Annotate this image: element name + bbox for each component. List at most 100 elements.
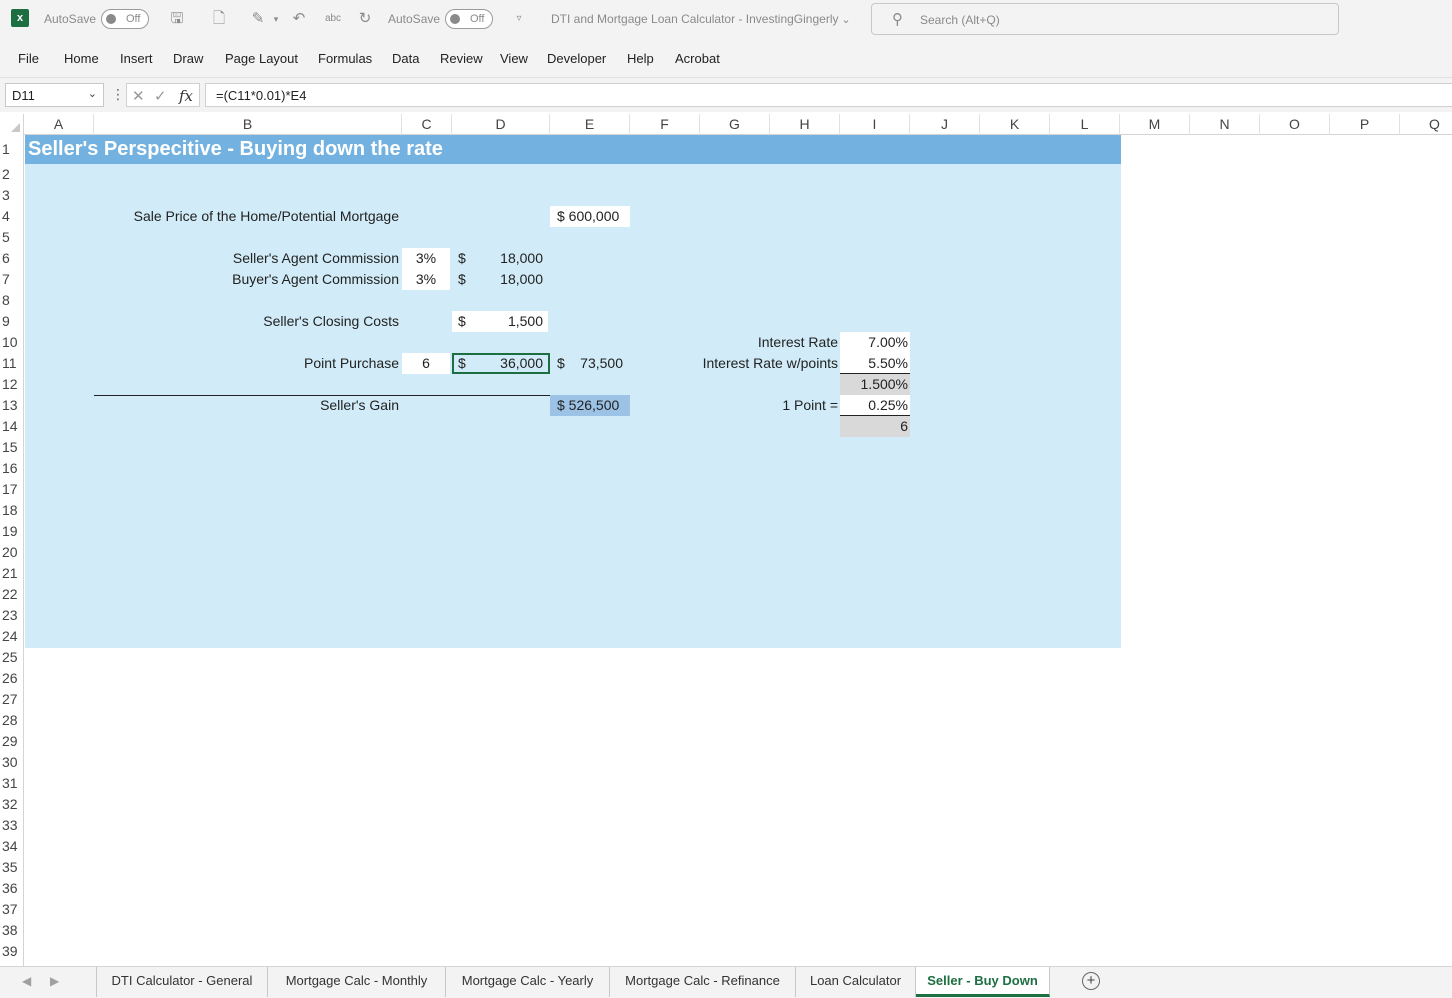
col-header-b[interactable]: B [94,114,402,135]
row-header[interactable]: 32 [0,794,24,815]
add-sheet-icon[interactable]: + [1082,972,1100,990]
menu-developer[interactable]: Developer [547,51,606,66]
row-header[interactable]: 11 [0,353,24,374]
row-header[interactable]: 7 [0,269,24,290]
row-header[interactable]: 17 [0,479,24,500]
menu-help[interactable]: Help [627,51,654,66]
row-header[interactable]: 23 [0,605,24,626]
row-header[interactable]: 9 [0,311,24,332]
name-box[interactable]: D11 ⌄ [5,83,104,107]
scroll-right-icon[interactable]: ▶ [50,974,59,988]
row-header[interactable]: 2 [0,164,24,185]
row-header[interactable]: 24 [0,626,24,647]
select-all-corner[interactable] [0,114,24,135]
tab-seller-buy-down[interactable]: Seller - Buy Down [916,967,1050,997]
menu-insert[interactable]: Insert [120,51,153,66]
tab-mortgage-calc-monthly[interactable]: Mortgage Calc - Monthly [268,967,446,997]
menu-file[interactable]: File [18,51,39,66]
row-header[interactable]: 1 [0,139,24,160]
highlight-icon[interactable]: ✎ [248,9,268,29]
redo-icon[interactable]: ↻ [355,9,375,29]
row-header[interactable]: 4 [0,206,24,227]
row-header[interactable]: 37 [0,899,24,920]
col-header-h[interactable]: H [770,114,840,135]
point-purchase-amount[interactable]: 36,000 [475,353,543,374]
col-header-g[interactable]: G [700,114,770,135]
row-header[interactable]: 3 [0,185,24,206]
sale-price-cell[interactable]: $ 600,000 [550,206,630,227]
sheet-area[interactable]: Seller's Perspecitive - Buying down the … [25,135,1452,966]
more-options-icon[interactable]: ⋮ [111,86,125,103]
closing-costs-amount[interactable]: 1,500 [475,311,543,332]
points-needed-cell[interactable]: 6 [840,416,910,437]
menu-formulas[interactable]: Formulas [318,51,372,66]
row-header[interactable]: 31 [0,773,24,794]
col-header-l[interactable]: L [1050,114,1120,135]
col-header-k[interactable]: K [980,114,1050,135]
col-header-e[interactable]: E [550,114,630,135]
chevron-down-icon[interactable]: ⌄ [836,10,856,30]
row-header[interactable]: 29 [0,731,24,752]
col-header-p[interactable]: P [1330,114,1400,135]
save-icon[interactable]: 🖫 [167,9,187,29]
tab-dti-calculator-general[interactable]: DTI Calculator - General [96,967,268,997]
autosave-toggle[interactable]: Off [101,9,149,29]
tab-loan-calculator[interactable]: Loan Calculator [796,967,916,997]
row-header[interactable]: 6 [0,248,24,269]
row-header[interactable]: 5 [0,227,24,248]
customize-toolbar-icon[interactable]: ▿ [509,9,529,29]
row-header[interactable]: 39 [0,941,24,962]
interest-points-cell[interactable]: 5.50% [840,353,910,374]
point-purchase-count-cell[interactable]: 6 [402,353,450,374]
col-header-o[interactable]: O [1260,114,1330,135]
col-header-d[interactable]: D [452,114,550,135]
col-header-m[interactable]: M [1120,114,1190,135]
row-header[interactable]: 38 [0,920,24,941]
col-header-j[interactable]: J [910,114,980,135]
row-header[interactable]: 18 [0,500,24,521]
new-file-icon[interactable]: 🗋 [209,9,229,29]
col-header-q[interactable]: Q [1400,114,1452,135]
row-header[interactable]: 34 [0,836,24,857]
highlight-dropdown-icon[interactable]: ▾ [266,9,286,29]
row-header[interactable]: 13 [0,395,24,416]
interest-rate-cell[interactable]: 7.00% [840,332,910,353]
tab-mortgage-calc-refinance[interactable]: Mortgage Calc - Refinance [610,967,796,997]
row-header[interactable]: 21 [0,563,24,584]
row-header[interactable]: 33 [0,815,24,836]
menu-home[interactable]: Home [64,51,99,66]
one-point-cell[interactable]: 0.25% [840,395,910,416]
row-header[interactable]: 8 [0,290,24,311]
insert-function-icon[interactable]: fx [179,87,193,105]
seller-gain-cell[interactable]: $ 526,500 [550,395,630,416]
cancel-icon[interactable]: ✕ [132,87,145,105]
menu-review[interactable]: Review [440,51,483,66]
undo-icon[interactable]: ↶ [289,9,309,29]
rate-difference-cell[interactable]: 1.500% [840,374,910,395]
row-header[interactable]: 28 [0,710,24,731]
seller-agent-amount[interactable]: 18,000 [475,248,543,269]
scroll-left-icon[interactable]: ◀ [22,974,31,988]
document-title[interactable]: DTI and Mortgage Loan Calculator - Inves… [551,12,838,26]
autosave-toggle-2[interactable]: Off [445,9,493,29]
row-header[interactable]: 16 [0,458,24,479]
total-costs-amount[interactable]: 73,500 [565,353,623,374]
row-header[interactable]: 36 [0,878,24,899]
row-header[interactable]: 30 [0,752,24,773]
col-header-f[interactable]: F [630,114,700,135]
formula-input[interactable]: =(C11*0.01)*E4 [205,83,1452,107]
tab-mortgage-calc-yearly[interactable]: Mortgage Calc - Yearly [446,967,610,997]
row-header[interactable]: 19 [0,521,24,542]
col-header-i[interactable]: I [840,114,910,135]
buyer-agent-amount[interactable]: 18,000 [475,269,543,290]
col-header-c[interactable]: C [402,114,452,135]
row-header[interactable]: 10 [0,332,24,353]
menu-page-layout[interactable]: Page Layout [225,51,298,66]
row-header[interactable]: 26 [0,668,24,689]
chevron-down-icon[interactable]: ⌄ [88,87,97,100]
row-header[interactable]: 27 [0,689,24,710]
sheet-banner[interactable]: Seller's Perspecitive - Buying down the … [25,135,1121,164]
menu-data[interactable]: Data [392,51,419,66]
menu-draw[interactable]: Draw [173,51,203,66]
row-header[interactable]: 14 [0,416,24,437]
